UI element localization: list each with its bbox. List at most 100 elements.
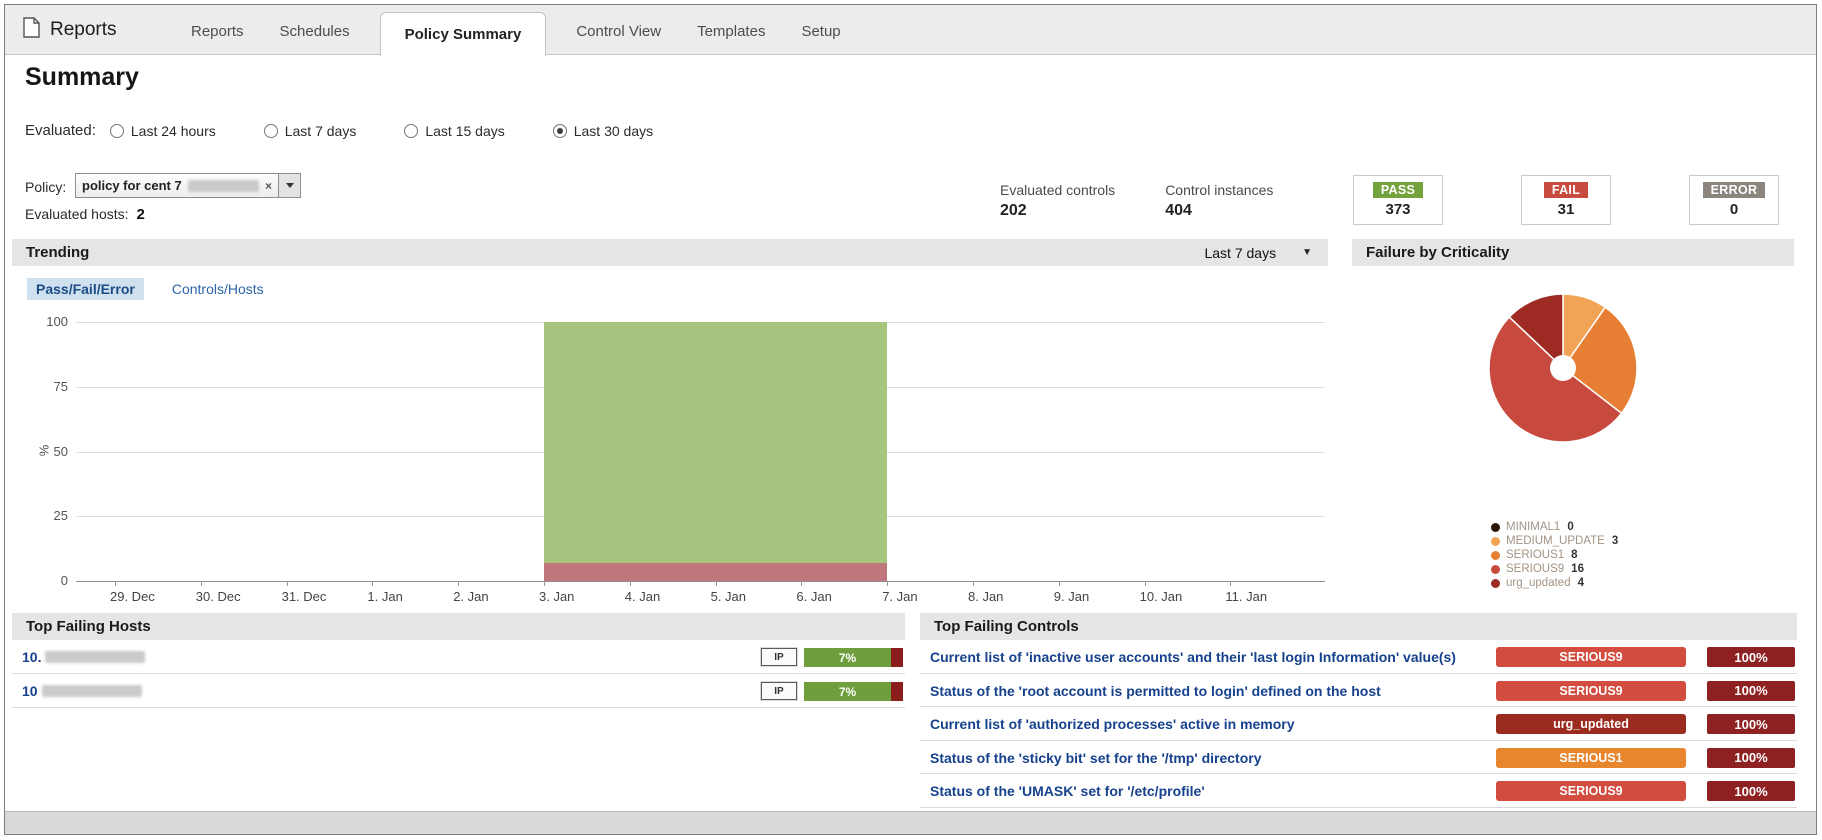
gridline [76, 322, 1325, 323]
host-address: 10 [22, 683, 38, 699]
fail-bar-tip [891, 648, 903, 667]
legend-item-serious9: SERIOUS9 16 [1491, 562, 1618, 576]
control-link[interactable]: Status of the 'UMASK' set for '/etc/prof… [930, 783, 1205, 799]
ip-tag[interactable]: IP [761, 682, 797, 700]
criticality-badge: SERIOUS1 [1496, 747, 1686, 768]
control-link[interactable]: Current list of 'authorized processes' a… [930, 716, 1295, 732]
stat-value: 202 [1000, 202, 1027, 219]
stat-label: Control instances [1165, 182, 1274, 198]
top-failing-controls-title: Top Failing Controls [934, 618, 1079, 635]
nav-tab-templates[interactable]: Templates [679, 6, 783, 56]
radio-button-icon[interactable] [263, 123, 278, 138]
y-axis-unit: % [36, 444, 52, 456]
legend-value: 4 [1577, 577, 1584, 589]
trending-range-selector[interactable]: Last 7 days ▼ [1204, 245, 1314, 261]
criticality-title: Failure by Criticality [1366, 244, 1510, 261]
x-axis-tick [973, 581, 974, 586]
radio-button-icon[interactable] [404, 123, 419, 138]
gridline [76, 516, 1325, 518]
trend-subtab-controls-hosts[interactable]: Controls/Hosts [170, 278, 266, 300]
time-range-last-7-days[interactable]: Last 7 days [263, 122, 357, 139]
legend-color-dot [1491, 550, 1500, 560]
nav-tab-control-view[interactable]: Control View [558, 6, 679, 56]
time-range-last-30-days[interactable]: Last 30 days [552, 122, 654, 139]
top-failing-hosts-title: Top Failing Hosts [26, 618, 151, 635]
x-axis-tick [115, 581, 116, 586]
fail-percent-label: 7% [804, 648, 891, 667]
fail-bar-tip [891, 682, 903, 701]
control-link[interactable]: Status of the 'root account is permitted… [930, 683, 1381, 699]
stat-evaluated-controls: Evaluated controls 202 [1000, 182, 1115, 220]
policy-select[interactable]: policy for cent 7 × [75, 173, 279, 198]
legend-item-urg-updated: urg_updated 4 [1491, 576, 1618, 590]
error-badge: ERROR [1702, 182, 1766, 198]
nav-tab-schedules[interactable]: Schedules [262, 6, 368, 56]
criticality-badge: urg_updated [1496, 714, 1686, 734]
fail-percent-badge: 100% [1707, 781, 1795, 801]
x-axis-label: 3. Jan [539, 589, 575, 604]
host-link[interactable]: 10. [22, 649, 146, 665]
control-row: Current list of 'inactive user accounts'… [920, 640, 1797, 674]
x-axis-tick [286, 581, 288, 586]
time-range-label: Last 30 days [573, 122, 654, 139]
legend-value: 0 [1567, 521, 1574, 533]
app-title: Reports [23, 5, 117, 55]
x-axis-tick [715, 581, 717, 586]
trend-area-pass [544, 322, 888, 563]
x-axis-label: 1. Jan [367, 589, 403, 604]
redacted-host-blur [45, 651, 146, 663]
evaluated-row: Evaluated: Last 24 hours Last 7 days Last … [25, 122, 653, 139]
nav-tab-reports[interactable]: Reports [173, 6, 262, 56]
policy-clear-icon[interactable]: × [265, 179, 272, 193]
x-axis-label: 7. Jan [882, 589, 918, 604]
x-axis-tick [544, 581, 545, 586]
host-link[interactable]: 10 [22, 683, 142, 699]
nav-tab-setup[interactable]: Setup [783, 6, 858, 56]
x-axis-label: 31. Dec [281, 589, 327, 604]
fail-percent-bar: 7% [804, 648, 903, 667]
radio-button-icon[interactable] [552, 123, 567, 138]
control-link[interactable]: Status of the 'sticky bit' set for the '… [930, 750, 1261, 766]
legend-color-dot [1491, 522, 1500, 532]
gridline [76, 386, 1325, 388]
stat-control-instances: Control instances 404 [1165, 182, 1273, 220]
policy-select-arrow-button[interactable] [279, 173, 301, 198]
x-axis-tick [1058, 581, 1060, 586]
x-axis-tick [1230, 581, 1232, 586]
x-axis-tick [200, 581, 202, 586]
legend-name: MEDIUM_UPDATE [1506, 535, 1605, 547]
criticality-section-header: Failure by Criticality [1352, 239, 1794, 266]
time-range-label: Last 7 days [284, 122, 357, 139]
donut-hole [1550, 355, 1576, 381]
policy-redacted-blur [187, 179, 259, 192]
legend-color-dot [1491, 564, 1500, 574]
legend-item-minimal1: MINIMAL1 0 [1491, 520, 1618, 534]
gridline [76, 451, 1325, 453]
x-axis-tick [372, 581, 374, 586]
ip-tag[interactable]: IP [761, 648, 797, 666]
nav-tab-policy-summary[interactable]: Policy Summary [379, 12, 547, 56]
x-axis-tick [458, 581, 460, 586]
y-axis-label: 50 [53, 443, 68, 459]
time-range-last-24-hours[interactable]: Last 24 hours [109, 123, 216, 139]
result-card-fail: FAIL 31 [1521, 175, 1611, 225]
fail-percent-badge: 100% [1707, 747, 1795, 768]
fail-percent-badge: 100% [1707, 647, 1795, 667]
app-title-text: Reports [50, 19, 117, 40]
criticality-legend: MINIMAL1 0 MEDIUM_UPDATE 3 SERIOUS1 8 SERIOUS9… [1491, 520, 1618, 590]
x-axis-label: 30. Dec [195, 589, 241, 604]
top-failing-hosts-list: 10. IP 7% 10 IP 7% [12, 640, 905, 708]
criticality-donut-chart [1488, 293, 1638, 443]
trending-range-value: Last 7 days [1204, 244, 1277, 261]
x-axis-label: 8. Jan [968, 589, 1004, 604]
pass-badge: PASS [1372, 182, 1424, 198]
result-count: 31 [1557, 201, 1575, 218]
legend-item-serious1: SERIOUS1 8 [1491, 548, 1618, 562]
time-range-last-15-days[interactable]: Last 15 days [404, 123, 505, 139]
control-link[interactable]: Current list of 'inactive user accounts'… [930, 649, 1456, 665]
criticality-badge: SERIOUS9 [1496, 647, 1686, 667]
trend-area-fail [544, 562, 888, 581]
radio-button-icon[interactable] [109, 123, 124, 138]
top-failing-controls-list: Current list of 'inactive user accounts'… [920, 640, 1797, 808]
trend-subtab-pass-fail-error[interactable]: Pass/Fail/Error [27, 278, 144, 300]
